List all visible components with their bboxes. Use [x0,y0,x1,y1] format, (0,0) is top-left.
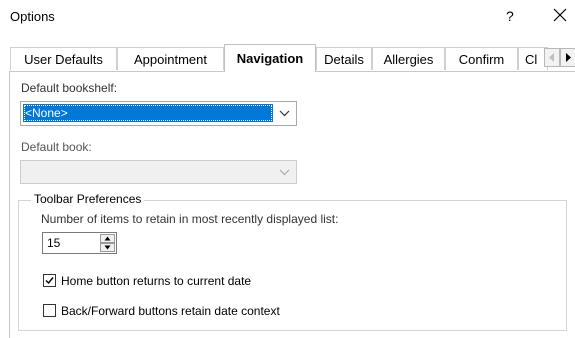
toolbar-preferences-title: Toolbar Preferences [31,192,145,206]
window-title: Options [10,9,55,24]
tab-scroll-left-button[interactable] [544,48,560,67]
tab-navigation[interactable]: Navigation [224,44,316,72]
close-icon [553,8,567,22]
close-button[interactable] [550,5,570,25]
stepper-up-button[interactable] [100,234,115,243]
default-bookshelf-select[interactable]: <None> [20,101,297,126]
retain-items-stepper[interactable]: 15 [42,232,117,254]
chevron-down-icon [279,169,290,176]
checkmark-icon [45,277,54,285]
title-bar: Options ? [0,0,575,34]
default-book-label: Default book: [21,140,92,154]
tab-user-defaults[interactable]: User Defaults [10,47,117,70]
default-book-select[interactable] [20,160,297,184]
arrow-down-icon [104,245,111,250]
default-bookshelf-label: Default bookshelf: [21,81,118,95]
chevron-down-icon [279,110,290,117]
tab-scroll-buttons [544,48,575,67]
back-forward-checkbox[interactable] [43,304,56,317]
arrow-left-icon [549,53,554,62]
tab-appointment[interactable]: Appointment [117,47,224,70]
help-button[interactable]: ? [506,8,514,24]
retain-items-label: Number of items to retain in most recent… [41,212,339,226]
tab-details[interactable]: Details [316,47,372,70]
tab-allergies[interactable]: Allergies [372,47,445,70]
arrow-right-icon [566,53,571,62]
arrow-up-icon [104,236,111,241]
default-bookshelf-value: <None> [23,104,273,122]
tab-scroll-right-button[interactable] [560,48,575,67]
retain-items-value: 15 [47,236,61,250]
stepper-down-button[interactable] [100,243,115,252]
tab-confirm[interactable]: Confirm [445,47,518,70]
home-button-checkbox[interactable] [43,274,56,287]
back-forward-label[interactable]: Back/Forward buttons retain date context [61,304,280,318]
home-button-label[interactable]: Home button returns to current date [61,274,251,288]
